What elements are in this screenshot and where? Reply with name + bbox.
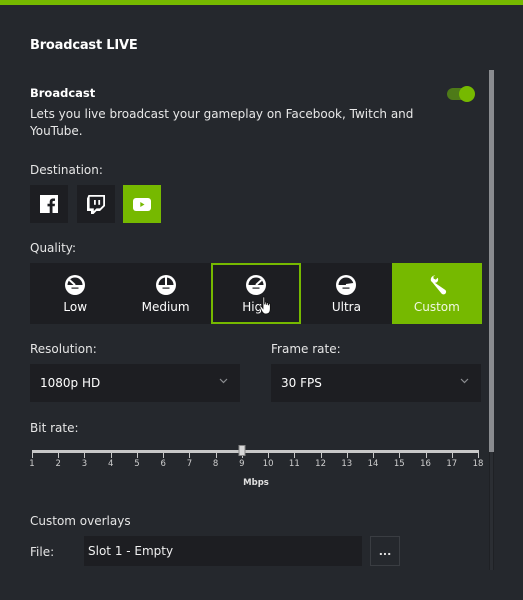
slider-tick-label: 7	[186, 459, 193, 469]
broadcast-heading: Broadcast	[30, 86, 96, 100]
overlay-file-field[interactable]: Slot 1 - Empty	[84, 536, 362, 566]
slider-tick	[451, 450, 453, 458]
bit-rate-unit: Mbps	[243, 478, 269, 488]
overlay-file-value: Slot 1 - Empty	[88, 544, 174, 558]
destination-facebook-button[interactable]	[30, 185, 68, 223]
slider-tick	[425, 450, 427, 458]
chevron-down-icon	[219, 378, 228, 384]
slider-tick-label: 2	[55, 459, 61, 469]
frame-rate-label: Frame rate:	[271, 342, 341, 356]
slider-tick	[163, 450, 165, 458]
quality-custom-label: Custom	[413, 299, 460, 314]
bit-rate-label: Bit rate:	[30, 421, 79, 435]
wrench-icon	[430, 275, 446, 294]
slider-tick	[346, 450, 348, 458]
slider-tick-label: 4	[107, 459, 114, 469]
page-title: Broadcast LIVE	[30, 38, 138, 53]
browse-file-button[interactable]: ...	[370, 536, 400, 566]
slider-tick-label: 15	[393, 459, 405, 469]
toggle-knob	[459, 86, 475, 102]
resolution-value: 1080p HD	[40, 376, 101, 390]
scrollbar-thumb[interactable]	[489, 70, 494, 452]
broadcast-toggle[interactable]	[447, 86, 475, 102]
slider-tick	[110, 450, 112, 458]
slider-tick	[478, 450, 479, 458]
slider-tick-label: 8	[212, 459, 219, 469]
resolution-label: Resolution:	[30, 342, 97, 356]
slider-thumb[interactable]	[238, 445, 246, 456]
slider-rail[interactable]	[32, 450, 478, 453]
slider-tick-label: 5	[134, 459, 140, 469]
slider-tick	[373, 450, 375, 458]
chevron-down-icon	[460, 378, 469, 384]
hand-cursor-icon	[259, 296, 271, 315]
quality-low-label: Low	[63, 299, 88, 314]
slider-tick	[399, 450, 401, 458]
slider-tick	[215, 450, 217, 458]
slider-tick-label: 10	[262, 459, 274, 469]
quality-label: Quality:	[30, 241, 77, 255]
slider-tick	[32, 450, 33, 458]
slider-tick-label: 18	[472, 459, 484, 469]
resolution-select[interactable]: 1080p HD	[30, 364, 240, 402]
quality-ultra-button[interactable]: Ultra	[301, 263, 391, 324]
frame-rate-value: 30 FPS	[281, 376, 322, 390]
slider-tick-label: 1	[29, 459, 35, 469]
quality-selector: Low Medium High Ultra Custom	[30, 263, 483, 324]
quality-medium-button[interactable]: Medium	[120, 263, 210, 324]
slider-tick-label: 17	[446, 459, 458, 469]
slider-tick	[268, 450, 270, 458]
facebook-icon	[40, 195, 58, 213]
quality-low-button[interactable]: Low	[30, 263, 120, 324]
gauge-low-icon	[65, 274, 86, 295]
file-label: File:	[30, 545, 55, 559]
slider-tick-label: 16	[420, 459, 431, 469]
accent-top-bar	[0, 0, 523, 5]
slider-tick-label: 3	[81, 459, 88, 469]
slider-tick	[189, 450, 191, 458]
slider-tick-label: 13	[341, 459, 353, 469]
slider-tick-label: 14	[367, 459, 379, 469]
destination-youtube-button[interactable]	[123, 185, 161, 223]
slider-tick-label: 6	[160, 459, 166, 469]
frame-rate-select[interactable]: 30 FPS	[271, 364, 481, 402]
slider-tick	[320, 450, 322, 458]
quality-high-button[interactable]: High	[210, 263, 302, 324]
twitch-icon	[87, 194, 105, 214]
broadcast-description: Lets you live broadcast your gameplay on…	[30, 107, 414, 138]
slider-tick-label: 11	[288, 459, 300, 469]
slider-tick-label: 9	[239, 459, 245, 469]
quality-ultra-label: Ultra	[331, 299, 361, 314]
slider-tick	[58, 450, 60, 458]
destination-label: Destination:	[30, 163, 103, 177]
gauge-high-icon	[246, 274, 267, 295]
youtube-icon	[133, 197, 151, 211]
gauge-ultra-icon	[336, 274, 357, 295]
quality-custom-button[interactable]: Custom	[391, 263, 483, 324]
slider-tick-label: 12	[315, 459, 326, 469]
slider-tick	[136, 450, 138, 458]
custom-overlays-heading: Custom overlays	[30, 514, 131, 528]
quality-medium-label: Medium	[141, 299, 190, 314]
slider-tick	[294, 450, 296, 458]
gauge-medium-icon	[155, 274, 176, 295]
bit-rate-slider[interactable]: Mbps 1 2 3 4 5 6 7 8 9 10 11 12 13 14 15 16 17 18	[29, 445, 484, 490]
slider-tick	[84, 450, 86, 458]
destination-twitch-button[interactable]	[77, 185, 115, 223]
